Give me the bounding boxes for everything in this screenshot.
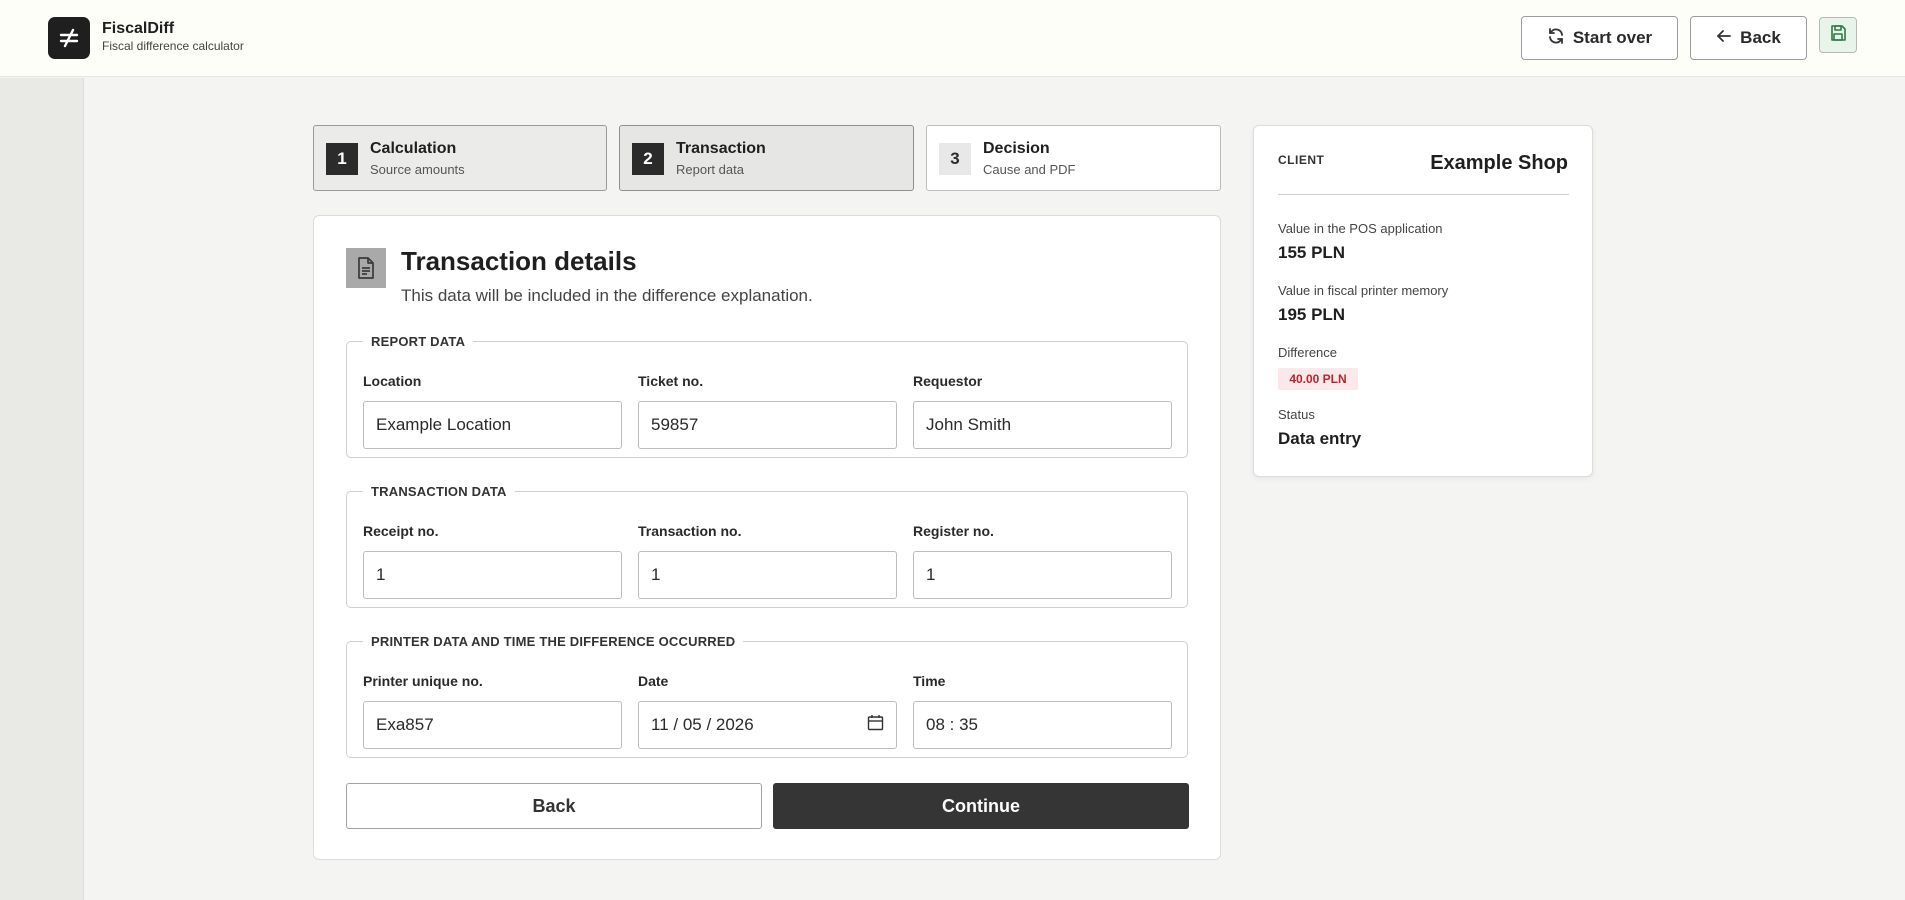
refresh-icon <box>1547 27 1565 50</box>
location-value: Example Location <box>376 415 512 434</box>
requestor-field: Requestor John Smith <box>913 373 1173 449</box>
report-data-group: REPORT DATA Location Example Location Ti… <box>346 334 1188 458</box>
printer-data-legend: PRINTER DATA AND TIME THE DIFFERENCE OCC… <box>371 634 736 649</box>
step-subtitle: Report data <box>676 162 744 177</box>
step-title: Decision <box>983 140 1050 157</box>
transaction-no-label: Transaction no. <box>638 523 742 539</box>
app-subtitle: Fiscal difference calculator <box>102 39 244 53</box>
printer-data-group: PRINTER DATA AND TIME THE DIFFERENCE OCC… <box>346 634 1188 758</box>
ticket-label: Ticket no. <box>638 373 704 389</box>
start-over-button[interactable]: Start over <box>1521 16 1678 60</box>
location-field: Location Example Location <box>363 373 623 449</box>
save-icon <box>1829 24 1847 47</box>
step-subtitle: Source amounts <box>370 162 465 177</box>
receipt-value: 1 <box>376 565 386 584</box>
date-input[interactable]: 11 / 05 / 2026 <box>638 701 897 749</box>
step-title: Calculation <box>370 140 457 157</box>
app-name: FiscalDiff <box>102 20 175 37</box>
step-title: Transaction <box>676 140 766 157</box>
printer-field: Printer unique no. Exa857 <box>363 673 623 749</box>
time-input[interactable]: 08 : 35 <box>913 701 1172 749</box>
step-subtitle: Cause and PDF <box>983 162 1076 177</box>
transaction-no-value: 1 <box>651 565 661 584</box>
side-panel <box>0 78 84 900</box>
time-label: Time <box>913 673 946 689</box>
receipt-field: Receipt no. 1 <box>363 523 623 599</box>
pos-value-label: Value in the POS application <box>1278 221 1443 236</box>
continue-button[interactable]: Continue <box>773 783 1189 829</box>
divider <box>1278 194 1569 195</box>
location-label: Location <box>363 373 422 389</box>
location-input[interactable]: Example Location <box>363 401 622 449</box>
ticket-value: 59857 <box>651 415 699 434</box>
not-equal-icon <box>48 17 90 59</box>
step-number: 1 <box>326 143 358 175</box>
register-field: Register no. 1 <box>913 523 1173 599</box>
step-number: 3 <box>939 143 971 175</box>
printer-label: Printer unique no. <box>363 673 483 689</box>
header-back-button[interactable]: Back <box>1690 16 1807 60</box>
step-decision[interactable]: 3 Decision Cause and PDF <box>926 125 1221 191</box>
document-icon <box>346 248 386 288</box>
client-summary-panel: CLIENT Example Shop Value in the POS app… <box>1253 125 1593 477</box>
register-label: Register no. <box>913 523 994 539</box>
time-field: Time 08 : 35 <box>913 673 1173 749</box>
transaction-data-group: TRANSACTION DATA Receipt no. 1 Transacti… <box>346 484 1188 608</box>
requestor-label: Requestor <box>913 373 983 389</box>
requestor-value: John Smith <box>926 415 1012 434</box>
date-field: Date 11 / 05 / 2026 <box>638 673 898 749</box>
printer-value: Exa857 <box>376 715 434 734</box>
step-number: 2 <box>632 143 664 175</box>
time-value: 08 : 35 <box>926 715 978 734</box>
report-data-legend: REPORT DATA <box>371 334 466 349</box>
step-calculation[interactable]: 1 Calculation Source amounts <box>313 125 607 191</box>
transaction-data-legend: TRANSACTION DATA <box>371 484 507 499</box>
date-label: Date <box>638 673 669 689</box>
pos-value: 155 PLN <box>1278 243 1346 262</box>
arrow-left-icon <box>1716 28 1732 49</box>
client-name: Example Shop <box>1430 152 1568 174</box>
back-button[interactable]: Back <box>346 783 762 829</box>
calendar-icon[interactable] <box>867 714 884 736</box>
printer-input[interactable]: Exa857 <box>363 701 622 749</box>
page-title: Transaction details <box>401 246 637 276</box>
page-subtitle: This data will be included in the differ… <box>401 286 813 305</box>
printer-memory-label: Value in fiscal printer memory <box>1278 283 1449 298</box>
step-transaction[interactable]: 2 Transaction Report data <box>619 125 914 191</box>
receipt-label: Receipt no. <box>363 523 439 539</box>
transaction-details-card: Transaction details This data will be in… <box>313 215 1221 860</box>
receipt-input[interactable]: 1 <box>363 551 622 599</box>
transaction-no-field: Transaction no. 1 <box>638 523 898 599</box>
top-bar: FiscalDiff Fiscal difference calculator … <box>0 0 1905 77</box>
status-value: Data entry <box>1278 429 1362 448</box>
header-back-label: Back <box>1740 28 1781 47</box>
start-over-label: Start over <box>1572 28 1653 47</box>
client-label: CLIENT <box>1278 153 1325 167</box>
ticket-field: Ticket no. 59857 <box>638 373 898 449</box>
transaction-no-input[interactable]: 1 <box>638 551 897 599</box>
requestor-input[interactable]: John Smith <box>913 401 1172 449</box>
ticket-input[interactable]: 59857 <box>638 401 897 449</box>
save-button[interactable] <box>1819 17 1857 53</box>
register-input[interactable]: 1 <box>913 551 1172 599</box>
date-value: 11 / 05 / 2026 <box>651 715 754 734</box>
register-value: 1 <box>926 565 936 584</box>
printer-memory-value: 195 PLN <box>1278 305 1346 324</box>
difference-label: Difference <box>1278 345 1338 360</box>
status-label: Status <box>1278 407 1315 422</box>
difference-badge: 40.00 PLN <box>1278 368 1358 390</box>
